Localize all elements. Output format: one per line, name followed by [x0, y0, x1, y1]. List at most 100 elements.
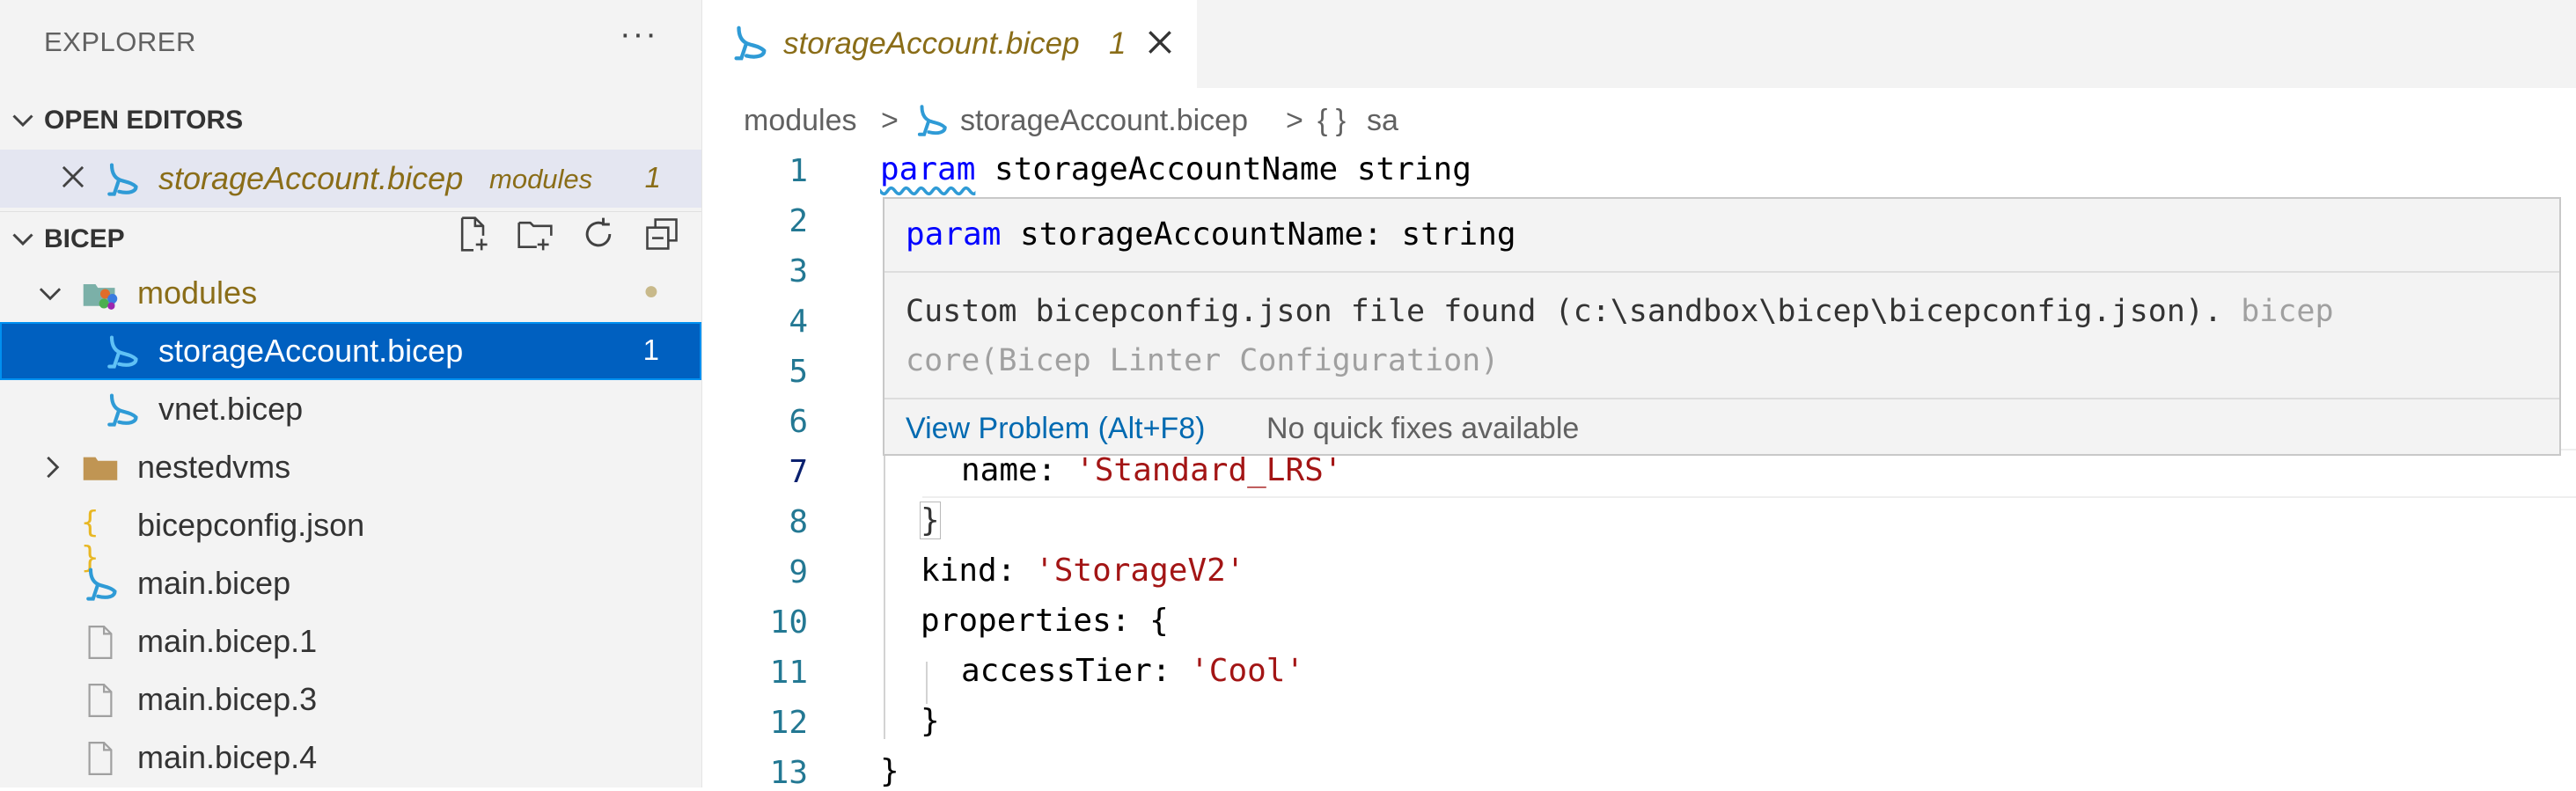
line-number: 4 — [789, 304, 808, 340]
tree-file-main-3[interactable]: main.bicep.3 — [0, 670, 701, 729]
tree-file-main-1[interactable]: main.bicep.1 — [0, 612, 701, 670]
code-key: kind: — [921, 553, 1036, 589]
open-editor-filename: storageAccount.bicep — [158, 160, 464, 196]
workspace-label: BICEP — [44, 224, 125, 253]
hover-signature: param storageAccountName: string — [906, 216, 1516, 253]
code-key: name: — [961, 452, 1076, 488]
code-line-10[interactable]: properties: { — [921, 603, 1169, 639]
tree-file-main[interactable]: main.bicep — [0, 554, 701, 612]
bicep-icon — [734, 26, 767, 61]
breadcrumb-symbol[interactable]: sa — [1367, 104, 1398, 138]
symbol-braces-icon: { } — [1317, 104, 1347, 137]
tab-title: storageAccount.bicep — [783, 26, 1080, 61]
problem-count-badge: 1 — [644, 161, 661, 194]
line-number: 8 — [789, 504, 808, 540]
tab-storageaccount[interactable]: storageAccount.bicep 1 — [702, 0, 1197, 88]
code-key: accessTier: — [961, 653, 1191, 689]
new-file-icon[interactable] — [454, 215, 493, 253]
hover-actions: View Problem (Alt+F8) No quick fixes ava… — [906, 412, 1579, 446]
code-line-12[interactable]: } — [921, 703, 940, 739]
tab-bar: storageAccount.bicep 1 — [702, 0, 2576, 88]
tree-label: main.bicep — [137, 565, 291, 601]
tree-label: vnet.bicep — [158, 391, 304, 427]
code-line-7[interactable]: name: 'Standard_LRS' — [961, 452, 1342, 488]
open-editors-label: OPEN EDITORS — [44, 106, 244, 135]
indent-guide — [926, 662, 928, 704]
hover-widget: param storageAccountName: string Custom … — [883, 197, 2561, 456]
tree-label: modules — [137, 275, 258, 311]
view-problem-link[interactable]: View Problem (Alt+F8) — [906, 412, 1205, 445]
line-number: 12 — [769, 705, 808, 741]
tree-label: bicepconfig.json — [137, 507, 365, 543]
tree-label: main.bicep.3 — [137, 681, 318, 717]
open-editor-folder: modules — [489, 164, 593, 194]
breadcrumb-folder[interactable]: modules — [744, 104, 857, 138]
tree-label: nestedvms — [137, 449, 291, 485]
file-icon — [88, 626, 113, 659]
open-editor-item[interactable]: storageAccount.bicep modules 1 — [0, 150, 701, 208]
tab-problem-count: 1 — [1109, 26, 1127, 61]
tree-file-bicepconfig[interactable]: { } bicepconfig.json — [0, 496, 701, 575]
line-number: 7 — [789, 454, 808, 490]
no-quick-fixes-text: No quick fixes available — [1266, 412, 1580, 445]
code-string: 'Standard_LRS' — [1075, 452, 1343, 488]
bicep-icon — [107, 393, 138, 427]
code-line-11[interactable]: accessTier: 'Cool' — [961, 653, 1304, 689]
tree-file-main-4[interactable]: main.bicep.4 — [0, 729, 701, 787]
json-braces-icon: { } — [81, 505, 99, 575]
line-number: 5 — [789, 354, 808, 390]
chevron-right-icon — [47, 456, 60, 479]
file-icon — [88, 742, 113, 775]
refresh-icon[interactable] — [579, 215, 618, 253]
hover-signature-text: storageAccountName: string — [1001, 216, 1516, 253]
tree-file-storageaccount[interactable]: storageAccount.bicep 1 — [0, 322, 701, 380]
divider — [884, 271, 2559, 273]
bicep-icon — [107, 163, 138, 196]
line-number: 11 — [769, 655, 808, 691]
tree-label: main.bicep.1 — [137, 623, 318, 659]
line-number: 10 — [769, 604, 808, 641]
hover-message-text: Custom bicepconfig.json file found (c:\s… — [906, 294, 2223, 329]
hover-keyword: param — [906, 216, 1002, 253]
close-icon[interactable] — [1142, 25, 1178, 60]
breadcrumb-separator: > — [881, 104, 899, 137]
code-line-8[interactable]: } — [920, 502, 941, 539]
tree-file-vnet[interactable]: vnet.bicep — [0, 380, 701, 438]
bicep-icon — [917, 105, 947, 136]
tree-label: main.bicep.4 — [137, 739, 318, 775]
modules-folder-icon — [83, 284, 118, 310]
tree-folder-nestedvms[interactable]: nestedvms — [0, 438, 701, 496]
tree-label: storageAccount.bicep — [158, 333, 464, 369]
breadcrumb-separator: > — [1286, 104, 1303, 137]
close-icon[interactable] — [56, 160, 90, 194]
code-line-1[interactable]: param storageAccountName string — [880, 151, 1471, 187]
chevron-down-icon — [39, 288, 62, 301]
line-number: 13 — [769, 755, 808, 791]
line-number: 6 — [789, 404, 808, 440]
line-number: 1 — [789, 153, 808, 189]
file-icon — [88, 684, 113, 717]
line-number: 2 — [789, 203, 808, 239]
code-line-13[interactable]: } — [880, 753, 899, 789]
bicep-icon — [86, 568, 117, 601]
tree-folder-modules[interactable]: modules ● — [0, 264, 701, 322]
hover-message: Custom bicepconfig.json file found (c:\s… — [906, 287, 2516, 385]
collapse-all-icon[interactable] — [642, 215, 681, 253]
breadcrumb-file[interactable]: storageAccount.bicep — [960, 104, 1248, 138]
open-editors-header[interactable]: OPEN EDITORS — [0, 93, 701, 146]
explorer-title: EXPLORER — [44, 26, 196, 57]
more-actions-icon[interactable]: ··· — [620, 18, 658, 51]
line-number: 9 — [789, 554, 808, 590]
code-string: 'StorageV2' — [1035, 553, 1245, 589]
indent-guide — [884, 449, 885, 739]
folder-icon — [83, 457, 118, 480]
chevron-down-icon — [12, 114, 33, 128]
explorer-sidebar: EXPLORER ··· OPEN EDITORS storageAccount… — [0, 0, 702, 787]
chevron-down-icon — [12, 233, 33, 246]
param-keyword: param — [880, 151, 976, 187]
param-declaration: storageAccountName string — [975, 151, 1471, 187]
bicep-icon — [107, 335, 138, 369]
problem-count-badge: 1 — [642, 333, 659, 366]
code-line-9[interactable]: kind: 'StorageV2' — [921, 553, 1244, 589]
new-folder-icon[interactable] — [516, 215, 554, 253]
